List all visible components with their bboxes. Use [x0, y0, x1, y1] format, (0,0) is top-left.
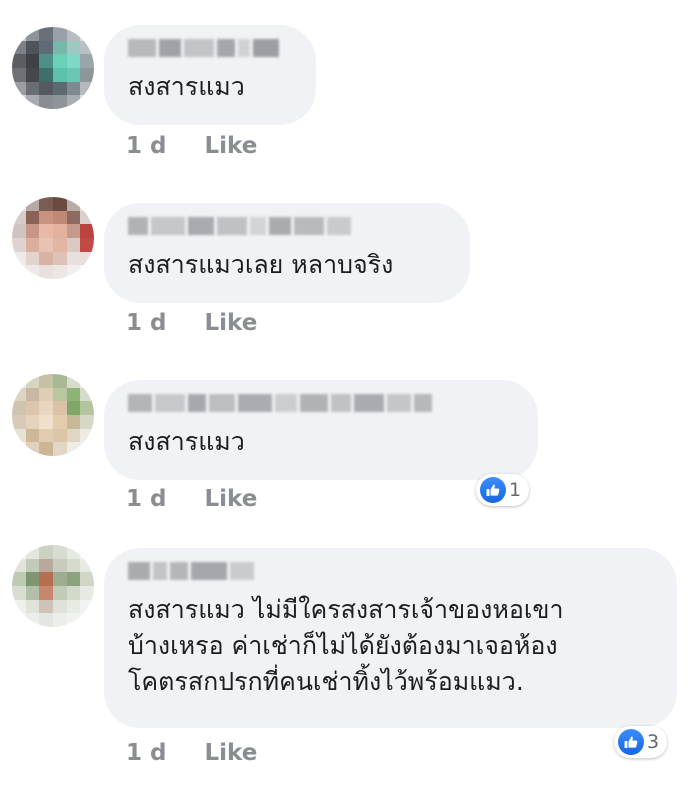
avatar[interactable]	[12, 27, 94, 109]
comment-actions: 1 d Like	[126, 486, 257, 512]
comment-bubble: สงสารแมว	[104, 25, 316, 125]
comment-time[interactable]: 1 d	[126, 486, 166, 512]
commenter-name[interactable]	[128, 39, 294, 57]
commenter-name[interactable]	[128, 394, 516, 412]
comment-text: สงสารแมวเลย หลาบจริง	[128, 250, 394, 279]
comment-text: สงสารแมว	[128, 427, 245, 456]
reaction-count: 3	[647, 731, 660, 753]
commenter-name[interactable]	[128, 562, 655, 580]
comment-actions: 1 d Like	[126, 740, 257, 766]
comment-actions: 1 d Like	[126, 133, 257, 159]
commenter-name[interactable]	[128, 217, 448, 235]
comment-time[interactable]: 1 d	[126, 133, 166, 159]
avatar[interactable]	[12, 545, 94, 627]
like-button[interactable]: Like	[204, 740, 257, 766]
comment-bubble: สงสารแมว	[104, 380, 538, 480]
reaction-count-badge[interactable]: 1	[476, 474, 530, 506]
thumbs-up-icon	[480, 477, 506, 503]
comment-time[interactable]: 1 d	[126, 740, 166, 766]
comment-bubble: สงสารแมวเลย หลาบจริง	[104, 203, 470, 303]
comment-text: สงสารแมว	[128, 72, 245, 101]
thumbs-up-icon	[618, 729, 644, 755]
reaction-count: 1	[509, 479, 522, 501]
like-button[interactable]: Like	[204, 133, 257, 159]
avatar[interactable]	[12, 374, 94, 456]
like-button[interactable]: Like	[204, 310, 257, 336]
avatar[interactable]	[12, 197, 94, 279]
reaction-count-badge[interactable]: 3	[614, 726, 668, 758]
comment-bubble: สงสารแมว ไม่มีใครสงสารเจ้าของหอเขา บ้างเ…	[104, 548, 677, 728]
comment-text: สงสารแมว ไม่มีใครสงสารเจ้าของหอเขา บ้างเ…	[128, 595, 564, 696]
like-button[interactable]: Like	[204, 486, 257, 512]
comment-time[interactable]: 1 d	[126, 310, 166, 336]
comment-actions: 1 d Like	[126, 310, 257, 336]
